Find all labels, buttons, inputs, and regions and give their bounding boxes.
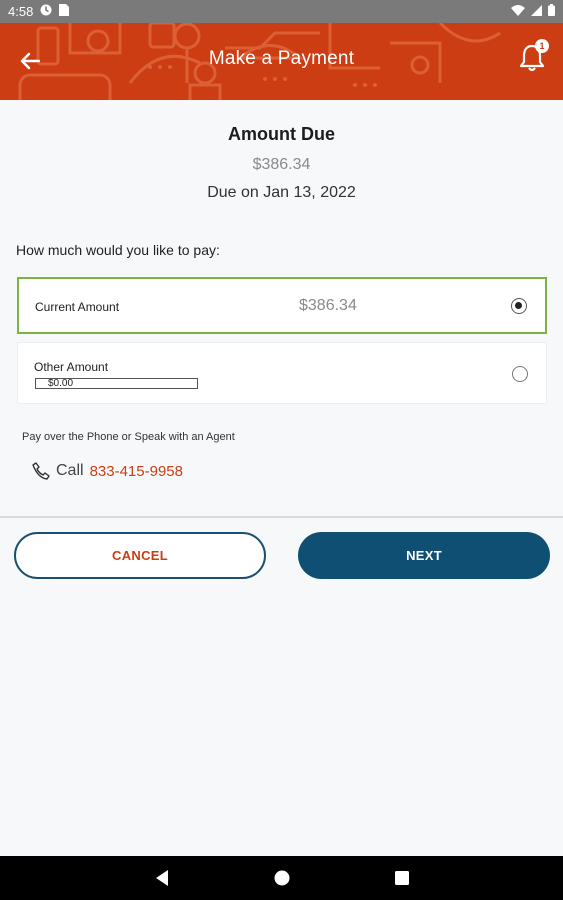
amount-due-value: $386.34 — [252, 156, 311, 173]
divider — [0, 516, 563, 518]
status-bar: 4:58 — [0, 0, 563, 23]
home-circle-icon — [274, 870, 290, 886]
other-amount-label: Other Amount — [34, 360, 109, 374]
notifications-button[interactable]: 1 — [517, 39, 549, 73]
other-amount-option[interactable]: Other Amount $0.00 — [17, 342, 547, 404]
nav-recents-button[interactable] — [394, 869, 410, 892]
amount-due-heading: Amount Due — [228, 124, 335, 144]
status-time: 4:58 — [8, 4, 34, 19]
call-word: Call — [56, 462, 84, 479]
current-amount-value: $386.34 — [299, 297, 357, 314]
page-title: Make a Payment — [208, 48, 355, 69]
call-row: Call 833-415-9958 — [32, 462, 183, 480]
cancel-button[interactable]: CANCEL — [14, 532, 266, 579]
other-amount-input[interactable]: $0.00 — [35, 378, 198, 389]
next-button[interactable]: NEXT — [298, 532, 550, 579]
phone-pay-label: Pay over the Phone or Speak with an Agen… — [22, 431, 235, 443]
payment-question: How much would you like to pay: — [16, 242, 220, 258]
wifi-icon — [511, 4, 525, 19]
nav-back-button[interactable] — [154, 869, 170, 892]
payment-content: Amount Due $386.34 Due on Jan 13, 2022 H… — [0, 100, 563, 856]
back-triangle-icon — [156, 870, 168, 886]
other-amount-radio[interactable] — [512, 366, 528, 382]
sim-icon — [59, 4, 70, 19]
current-amount-radio[interactable] — [511, 298, 527, 314]
due-date: Due on Jan 13, 2022 — [207, 184, 356, 201]
recents-square-icon — [395, 871, 409, 885]
battery-icon — [548, 4, 555, 19]
nav-home-button[interactable] — [273, 869, 291, 892]
app-bar: Make a Payment 1 — [0, 23, 563, 100]
data-saver-icon — [40, 4, 52, 19]
phone-icon — [32, 462, 50, 480]
current-amount-option[interactable]: Current Amount $386.34 — [17, 277, 547, 334]
system-nav-bar — [0, 856, 563, 900]
phone-number-link[interactable]: 833-415-9958 — [90, 463, 183, 480]
current-amount-label: Current Amount — [35, 300, 120, 314]
notification-badge: 1 — [535, 39, 549, 53]
signal-icon — [531, 4, 542, 19]
